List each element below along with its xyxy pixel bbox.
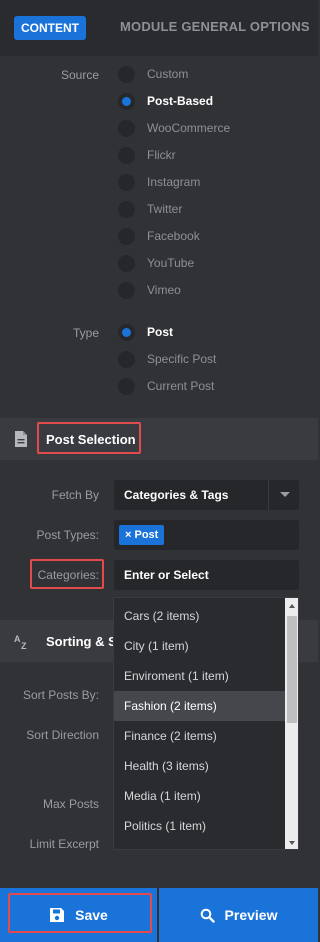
- radio-label: Current Post: [147, 379, 215, 393]
- categories-dropdown[interactable]: Cars (2 items) City (1 item) Enviroment …: [113, 597, 299, 850]
- radio-button[interactable]: [118, 65, 135, 83]
- categories-placeholder: Enter or Select: [124, 568, 209, 582]
- post-types-field[interactable]: × Post: [114, 520, 299, 550]
- dropdown-scrollbar[interactable]: [285, 598, 298, 849]
- source-option-woocommerce[interactable]: WooCommerce: [118, 118, 230, 138]
- radio-button[interactable]: [118, 227, 135, 245]
- radio-label: Flickr: [147, 148, 176, 162]
- dropdown-option-politics[interactable]: Politics (1 item): [114, 811, 285, 841]
- radio-label: YouTube: [147, 256, 195, 270]
- type-option-post[interactable]: Post: [118, 322, 173, 342]
- radio-button[interactable]: [118, 173, 135, 191]
- dropdown-option-fashion[interactable]: Fashion (2 items): [114, 691, 285, 721]
- post-selection-title: Post Selection: [46, 432, 136, 447]
- max-posts-label: Max Posts: [42, 797, 99, 811]
- source-option-flickr[interactable]: Flickr: [118, 145, 176, 165]
- scroll-thumb[interactable]: [287, 616, 297, 723]
- dropdown-option-cars[interactable]: Cars (2 items): [114, 601, 285, 631]
- sort-direction-label: Sort Direction: [26, 728, 99, 742]
- select-divider: [268, 480, 269, 510]
- search-icon: [200, 908, 215, 923]
- limit-excerpt-label: Limit Excerpt: [29, 837, 99, 851]
- categories-label: Categories:: [37, 568, 99, 582]
- tab-content[interactable]: CONTENT: [14, 16, 86, 40]
- radio-label: Facebook: [147, 229, 200, 243]
- radio-button-selected[interactable]: [118, 323, 135, 341]
- radio-label: Custom: [147, 67, 189, 81]
- source-option-instagram[interactable]: Instagram: [118, 172, 200, 192]
- document-icon: [15, 431, 27, 447]
- tab-bar: CONTENT MODULE GENERAL OPTIONS: [0, 0, 318, 56]
- source-option-post-based[interactable]: Post-Based: [118, 91, 213, 111]
- dropdown-option-media[interactable]: Media (1 item): [114, 781, 285, 811]
- sort-posts-by-label: Sort Posts By:: [22, 688, 99, 702]
- preview-button[interactable]: Preview: [159, 888, 318, 942]
- post-type-tag[interactable]: × Post: [119, 525, 165, 545]
- categories-input[interactable]: Enter or Select: [114, 560, 299, 590]
- dropdown-option-city[interactable]: City (1 item): [114, 631, 285, 661]
- radio-button[interactable]: [118, 119, 135, 137]
- fetch-by-select[interactable]: Categories & Tags: [114, 480, 299, 510]
- tab-module-general-options[interactable]: MODULE GENERAL OPTIONS: [120, 19, 310, 34]
- radio-label: WooCommerce: [147, 121, 231, 135]
- save-label: Save: [75, 907, 108, 923]
- save-button[interactable]: Save: [0, 888, 157, 942]
- sorting-title: Sorting & S: [46, 634, 117, 649]
- svg-text:A: A: [14, 634, 21, 644]
- scroll-down-arrow-icon[interactable]: [289, 841, 295, 845]
- type-option-current-post[interactable]: Current Post: [118, 376, 214, 396]
- radio-button[interactable]: [118, 377, 135, 395]
- radio-label: Twitter: [147, 202, 183, 216]
- radio-button-selected[interactable]: [118, 92, 135, 110]
- dropdown-option-health[interactable]: Health (3 items): [114, 751, 285, 781]
- source-label: Source: [60, 68, 99, 82]
- floppy-disk-icon: [50, 908, 65, 922]
- source-option-custom[interactable]: Custom: [118, 64, 188, 84]
- radio-button[interactable]: [118, 200, 135, 218]
- radio-button[interactable]: [118, 254, 135, 272]
- radio-label: Post-Based: [147, 94, 214, 108]
- radio-label: Vimeo: [147, 283, 181, 297]
- sort-az-icon: A Z: [14, 634, 27, 649]
- scroll-up-arrow-icon[interactable]: [289, 604, 295, 608]
- radio-button[interactable]: [118, 146, 135, 164]
- radio-button[interactable]: [118, 281, 135, 299]
- preview-label: Preview: [224, 907, 278, 923]
- radio-button[interactable]: [118, 350, 135, 368]
- source-option-facebook[interactable]: Facebook: [118, 226, 200, 246]
- source-option-vimeo[interactable]: Vimeo: [118, 280, 181, 300]
- chevron-down-icon[interactable]: [280, 492, 290, 497]
- type-label: Type: [72, 326, 99, 340]
- radio-label: Post: [147, 325, 174, 339]
- source-option-youtube[interactable]: YouTube: [118, 253, 194, 273]
- post-types-label: Post Types:: [36, 528, 99, 542]
- radio-label: Specific Post: [147, 352, 217, 366]
- type-option-specific-post[interactable]: Specific Post: [118, 349, 216, 369]
- fetch-by-label: Fetch By: [51, 488, 99, 502]
- dropdown-option-finance[interactable]: Finance (2 items): [114, 721, 285, 751]
- source-option-twitter[interactable]: Twitter: [118, 199, 182, 219]
- post-selection-header[interactable]: Post Selection: [0, 418, 318, 460]
- fetch-by-value: Categories & Tags: [124, 488, 229, 502]
- dropdown-option-enviroment[interactable]: Enviroment (1 item): [114, 661, 285, 691]
- svg-text:Z: Z: [21, 641, 27, 649]
- radio-label: Instagram: [147, 175, 201, 189]
